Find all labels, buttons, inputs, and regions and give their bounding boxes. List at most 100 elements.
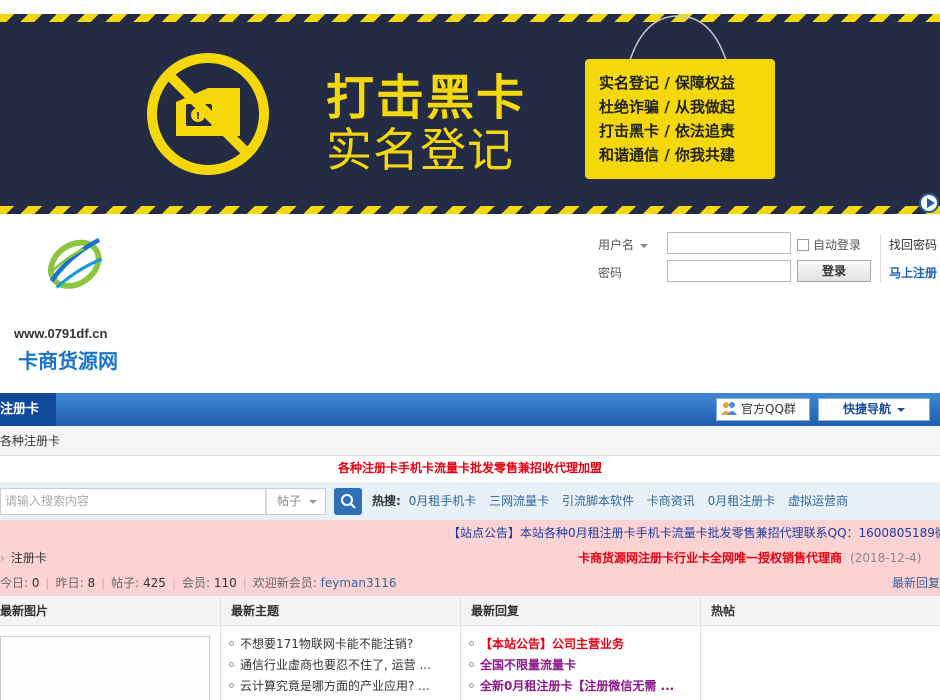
users-icon [721,402,737,415]
bullet-icon [469,683,474,688]
hot-search-item[interactable]: 0月租注册卡 [708,494,776,508]
bullet-icon [229,641,234,646]
column-header: 热帖 [701,596,940,626]
username-input[interactable] [667,232,791,254]
login-button[interactable]: 登录 [797,260,871,282]
search-type-select[interactable]: 帖子 [266,488,326,515]
forgot-password-link[interactable]: 找回密码 [889,236,937,253]
chevron-down-icon [897,407,905,412]
chevron-down-icon [640,243,649,248]
latest-topics-column: 最新主题 不想要171物联网卡能不能注销? 通信行业虚商也要忍不住了, 运营 ..… [221,596,461,700]
hazard-stripe-bottom [0,206,940,214]
bullet-icon [469,641,474,646]
column-header: 最新回复 [461,596,700,626]
hazard-stripe-top [0,14,940,22]
stat-label: 昨日: [55,576,84,590]
stat-label: 今日: [0,576,29,590]
slogan-link[interactable]: 卡商货源网注册卡行业卡全网唯一授权销售代理商 [578,551,842,565]
stat-label: 欢迎新会员: [252,576,317,590]
latest-replies-column: 最新回复 【本站公告】公司主营业务 全国不限量流量卡全新0月租注册卡【注册微信无需… [461,596,701,700]
column-header: 最新图片 [0,596,220,626]
breadcrumb-item[interactable]: 注册卡 [11,551,47,565]
hot-search-item[interactable]: 三网流量卡 [489,494,549,508]
username-label[interactable]: 用户名 [598,236,649,253]
register-link[interactable]: 马上注册 [889,264,937,281]
stat-value: 0 [31,576,40,590]
list-item[interactable]: 全新0月租注册卡【注册微信无需 ... [469,676,700,697]
list-item-title: 不想要171物联网卡能不能注销? [240,637,414,651]
list-item[interactable]: 云计算究竟是哪方面的产业应用? ... [229,676,460,697]
hot-search-item[interactable]: 引流脚本软件 [562,494,634,508]
hot-search-item[interactable]: 卡商资讯 [647,494,695,508]
latest-images-column: 最新图片 [0,596,221,700]
stat-value: 110 [213,576,237,590]
subnav-item-all-register-cards[interactable]: 各种注册卡 [0,434,60,448]
topics-list: 不想要171物联网卡能不能注销? 通信行业虚商也要忍不住了, 运营 ... 云计算究… [221,626,460,697]
banner-slogan-card: 实名登记 / 保障权益 杜绝诈骗 / 从我做起 打击黑卡 / 依法追责 和谐通信… [585,59,775,179]
search-button[interactable] [334,488,362,515]
list-item-title: 【本站公告】公司主营业务 [480,637,625,651]
auto-login-label: 自动登录 [813,238,862,252]
chevron-down-icon [309,499,318,504]
bullet-icon [469,662,474,667]
banner-card-line: 和谐通信 / 你我共建 [599,146,735,164]
checkbox-icon [797,239,809,251]
banner-card-line: 实名登记 / 保障权益 [599,74,735,92]
site-url: www.0791df.cn [14,326,108,341]
username-label-text: 用户名 [598,238,635,252]
bullet-icon [229,683,234,688]
list-item[interactable]: 【本站公告】公司主营业务 [469,634,700,655]
qq-group-button[interactable]: 官方QQ群 [716,398,810,421]
list-item[interactable]: 通信行业虚商也要忍不住了, 运营 ... [229,655,460,676]
banner-ad[interactable]: ! 打击黑卡 实名登记 实名登记 / 保障权益 杜绝诈骗 / 从我做起 打击黑卡… [0,14,940,214]
forum-stats: 今日: 0 | 昨日: 8 | 帖子: 425 | 会员: 110 | 欢迎新会员: feyma… [0,576,397,590]
banner-play-icon[interactable] [919,193,939,213]
promo-text[interactable]: 各种注册卡手机卡流量卡批发零售兼招收代理加盟 [0,456,940,480]
list-item[interactable]: 不想要171物联网卡能不能注销? [229,634,460,655]
hot-search: 热搜: 0月租手机卡 三网流量卡 引流脚本软件 卡商资讯 0月租注册卡 虚拟运营… [372,488,857,515]
slogan-date: (2018-12-4) [850,551,922,565]
password-label: 密码 [598,266,623,280]
quick-nav-button[interactable]: 快捷导航 [818,398,930,421]
nav-tab-register-card[interactable]: 注册卡 [0,393,56,426]
content-columns: 最新图片 最新主题 不想要171物联网卡能不能注销? 通信行业虚商也要忍不住了, … [0,596,940,700]
bullet-icon [229,662,234,667]
latest-image[interactable] [0,636,210,700]
hot-search-item[interactable]: 0月租手机卡 [409,494,477,508]
chevron-right-icon: › [0,551,5,565]
password-input[interactable] [667,260,791,282]
new-member-link[interactable]: feyman3116 [321,576,397,590]
stat-label: 帖子: [111,576,140,590]
banner-title-line2: 实名登记 [326,123,514,177]
quick-nav-label: 快捷导航 [842,402,891,416]
site-announcement[interactable]: 【站点公告】本站各种0月租注册卡手机卡流量卡批发零售兼招代理联系QQ：16008… [448,524,940,542]
no-sim-card-icon: ! [147,53,269,175]
column-header: 最新主题 [221,596,460,626]
auto-login-checkbox[interactable]: 自动登录 [797,236,861,253]
login-divider [880,234,881,282]
notice-area: 【站点公告】本站各种0月租注册卡手机卡流量卡批发零售兼招代理联系QQ：16008… [0,520,940,596]
list-item[interactable]: 全国不限量流量卡 [469,655,700,676]
replies-list: 【本站公告】公司主营业务 全国不限量流量卡全新0月租注册卡【注册微信无需 ... [461,626,700,697]
qq-group-label: 官方QQ群 [741,402,796,416]
slogan: 卡商货源网注册卡行业卡全网唯一授权销售代理商 (2018-12-4) [578,549,921,566]
stat-label: 会员: [181,576,210,590]
list-item-title: 全国不限量流量卡 [480,658,577,672]
latest-reply-link[interactable]: 最新回复 [892,574,940,591]
list-item-title: 通信行业虚商也要忍不住了, 运营 ... [240,658,431,672]
search-type-value: 帖子 [277,494,302,508]
site-name: 卡商货源网 [18,349,118,373]
breadcrumb: › 注册卡 [0,549,47,566]
hot-search-item[interactable]: 虚拟运营商 [788,494,848,508]
login-form: 用户名 密码 自动登录 登录 找回密码 马上注册 [598,232,940,288]
list-item-title: 云计算究竟是哪方面的产业应用? ... [240,679,430,693]
banner-card-line: 打击黑卡 / 依法追责 [599,122,735,140]
search-input[interactable]: 请输入搜索内容 [0,488,266,515]
site-logo-icon[interactable] [16,236,136,326]
list-item-title: 全新0月租注册卡【注册微信无需 ... [480,679,675,693]
hot-search-label: 热搜: [372,494,401,508]
main-nav: 注册卡 官方QQ群 快捷导航 [0,393,940,426]
stat-value: 425 [143,576,166,590]
search-bar: 请输入搜索内容 帖子 热搜: 0月租手机卡 三网流量卡 引流脚本软件 卡商资讯 … [0,482,940,520]
stat-value: 8 [87,576,96,590]
